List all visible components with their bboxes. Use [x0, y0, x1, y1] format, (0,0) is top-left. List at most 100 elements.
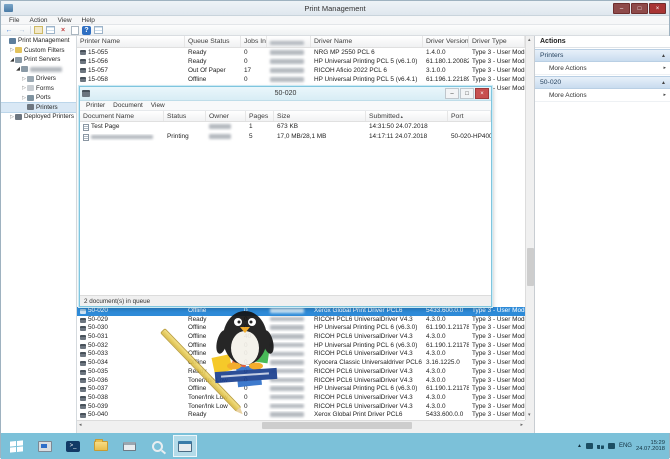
printer-row[interactable]: 50-029Ready0RICOH PCL6 UniversalDriver V…: [77, 316, 525, 325]
tree-item-forms[interactable]: ▷Forms: [1, 84, 76, 94]
horizontal-scrollbar[interactable]: ◂ ▸: [77, 420, 525, 429]
queue-minimize-button[interactable]: –: [445, 88, 459, 99]
menu-view[interactable]: View: [53, 16, 77, 25]
taskbar-powershell[interactable]: >_: [61, 435, 85, 457]
queue-column-header-owner[interactable]: Owner: [206, 111, 246, 121]
printer-row[interactable]: 50-035Ready0RICOH PCL6 UniversalDriver V…: [77, 368, 525, 377]
printer-row-selected[interactable]: 50-020Offline0Xerox Global Print Driver …: [77, 307, 525, 316]
vertical-scroll-thumb[interactable]: [527, 248, 534, 286]
network-icon[interactable]: [597, 443, 604, 449]
queue-column-header-port[interactable]: Port: [448, 111, 491, 121]
queue-column-header-document-name[interactable]: Document Name: [80, 111, 164, 121]
printer-row[interactable]: 50-033Offline0RICOH PCL6 UniversalDriver…: [77, 350, 525, 359]
horizontal-scroll-thumb[interactable]: [262, 422, 412, 429]
queue-status-cell: Offline: [185, 385, 241, 394]
minimize-button[interactable]: –: [613, 3, 630, 14]
menu-action[interactable]: Action: [24, 16, 52, 25]
printer-row[interactable]: 50-031Offline40RICOH PCL6 UniversalDrive…: [77, 333, 525, 342]
actions-section-50-020[interactable]: 50-020▲: [535, 76, 670, 89]
tree-item-server[interactable]: ◢: [1, 65, 76, 75]
printer-row[interactable]: 50-036Toner/Ink Low0RICOH PCL6 Universal…: [77, 377, 525, 386]
queue-close-button[interactable]: ×: [475, 88, 489, 99]
queue-column-header-status[interactable]: Status: [164, 111, 206, 121]
printer-row[interactable]: 50-040Ready0Xerox Global Print Driver PC…: [77, 411, 525, 420]
queue-document-row[interactable]: Printing517,0 MB/28,1 MB14:17:11 24.07.2…: [80, 132, 491, 142]
column-header-printer-name[interactable]: Printer Name: [77, 36, 185, 47]
vertical-scrollbar[interactable]: ▴ ▾: [525, 36, 534, 420]
close-button[interactable]: ×: [649, 3, 666, 14]
column-header-driver-name[interactable]: Driver Name: [311, 36, 423, 47]
queue-column-header-size[interactable]: Size: [274, 111, 366, 121]
help-icon[interactable]: ?: [82, 26, 91, 35]
tray-expand-icon[interactable]: ▲: [577, 443, 582, 449]
driver-type-cell: Type 3 - User Mode: [469, 333, 525, 342]
menu-help[interactable]: Help: [77, 16, 100, 25]
printer-row[interactable]: 50-037Offline0HP Universal Printing PCL …: [77, 385, 525, 394]
scroll-right-icon[interactable]: ▸: [520, 421, 523, 430]
printer-name-cell: 50-029: [77, 316, 185, 325]
printer-row[interactable]: 15-058Offline0HP Universal Printing PCL …: [77, 75, 525, 84]
up-folder-icon[interactable]: [34, 26, 43, 34]
taskbar-print-management-active[interactable]: [173, 435, 197, 457]
export-list-icon[interactable]: [94, 26, 103, 34]
tray-clock[interactable]: 15:29 24.07.2018: [636, 440, 665, 453]
printer-row[interactable]: 15-056Ready0HP Universal Printing PCL 5 …: [77, 57, 525, 66]
tree-item-print-management[interactable]: Print Management: [1, 36, 76, 46]
printer-row[interactable]: 50-030Offline0HP Universal Printing PCL …: [77, 324, 525, 333]
action-item-more-actions[interactable]: More Actions▸: [535, 62, 670, 75]
back-icon[interactable]: ←: [4, 26, 14, 35]
properties-icon[interactable]: [71, 26, 79, 35]
printer-row[interactable]: 50-034Offline0Kyocera Classic Universald…: [77, 359, 525, 368]
collapse-icon[interactable]: ▲: [661, 53, 666, 59]
language-indicator[interactable]: ENG: [619, 443, 632, 449]
printer-row[interactable]: 50-032Offline0HP Universal Printing PCL …: [77, 342, 525, 351]
printer-row[interactable]: 15-055Ready0NRG MP 2550 PCL 61.4.0.0Type…: [77, 48, 525, 57]
tree-item-custom-filters[interactable]: ▷Custom Filters: [1, 46, 76, 56]
printer-row[interactable]: 50-038Toner/Ink Low0RICOH PCL6 Universal…: [77, 394, 525, 403]
delete-icon[interactable]: ×: [58, 26, 68, 35]
column-header-driver-type[interactable]: Driver Type: [469, 36, 525, 47]
queue-menu-printer[interactable]: Printer: [82, 101, 109, 110]
tree-item-print-servers[interactable]: ◢Print Servers: [1, 55, 76, 65]
taskbar-devices[interactable]: [117, 435, 141, 457]
volume-icon[interactable]: [608, 443, 615, 449]
maximize-button[interactable]: □: [631, 3, 648, 14]
tree-item-drivers[interactable]: ▷Drivers: [1, 74, 76, 84]
tree-item-printers[interactable]: Printers: [1, 103, 76, 113]
printer-row[interactable]: 50-039Toner/Ink Low0RICOH PCL6 Universal…: [77, 403, 525, 412]
scroll-left-icon[interactable]: ◂: [79, 421, 82, 430]
scroll-down-icon[interactable]: ▾: [528, 411, 531, 420]
show-tree-icon[interactable]: [46, 26, 55, 34]
driver-name-cell: RICOH PCL6 UniversalDriver V4.3: [311, 316, 423, 325]
action-center-icon[interactable]: [586, 443, 593, 449]
taskbar-search[interactable]: [145, 435, 169, 457]
menu-file[interactable]: File: [4, 16, 24, 25]
column-header-server-name[interactable]: [267, 36, 311, 47]
actions-section-printers[interactable]: Printers▲: [535, 49, 670, 62]
tree-item-deployed-printers[interactable]: ▷Deployed Printers: [1, 112, 76, 122]
start-button[interactable]: [1, 433, 31, 459]
queue-document-row[interactable]: Test Page1673 KB14:31:50 24.07.2018: [80, 122, 491, 132]
taskbar-server-manager[interactable]: [33, 435, 57, 457]
queue-column-header-submitted[interactable]: Submitted▴: [366, 111, 448, 121]
column-header-queue-status[interactable]: Queue Status: [185, 36, 241, 47]
pages-cell: 5: [246, 132, 274, 142]
queue-titlebar[interactable]: 50-020 – □ ×: [80, 87, 491, 101]
collapse-icon[interactable]: ▲: [661, 80, 666, 86]
column-header-driver-version[interactable]: Driver Version: [423, 36, 469, 47]
action-item-more-actions[interactable]: More Actions▸: [535, 89, 670, 102]
column-header-jobs-in[interactable]: Jobs In...: [241, 36, 267, 47]
queue-status-cell: Ready: [185, 316, 241, 325]
queue-status-cell: Toner/Ink Low: [185, 403, 241, 412]
queue-column-header-pages[interactable]: Pages: [246, 111, 274, 121]
queue-maximize-button[interactable]: □: [460, 88, 474, 99]
driver-name-cell: RICOH PCL6 UniversalDriver V4.3: [311, 403, 423, 412]
queue-menu-document[interactable]: Document: [109, 101, 147, 110]
queue-menu-view[interactable]: View: [147, 101, 169, 110]
driver-name-cell: HP Universal Printing PCL 6 (v6.3.0): [311, 324, 423, 333]
tree-item-ports[interactable]: ▷Ports: [1, 93, 76, 103]
forward-icon[interactable]: →: [17, 26, 27, 35]
scroll-up-icon[interactable]: ▴: [528, 36, 531, 45]
taskbar-file-explorer[interactable]: [89, 435, 113, 457]
printer-row[interactable]: 15-057Out Of Paper17RICOH Aficio 2022 PC…: [77, 66, 525, 75]
